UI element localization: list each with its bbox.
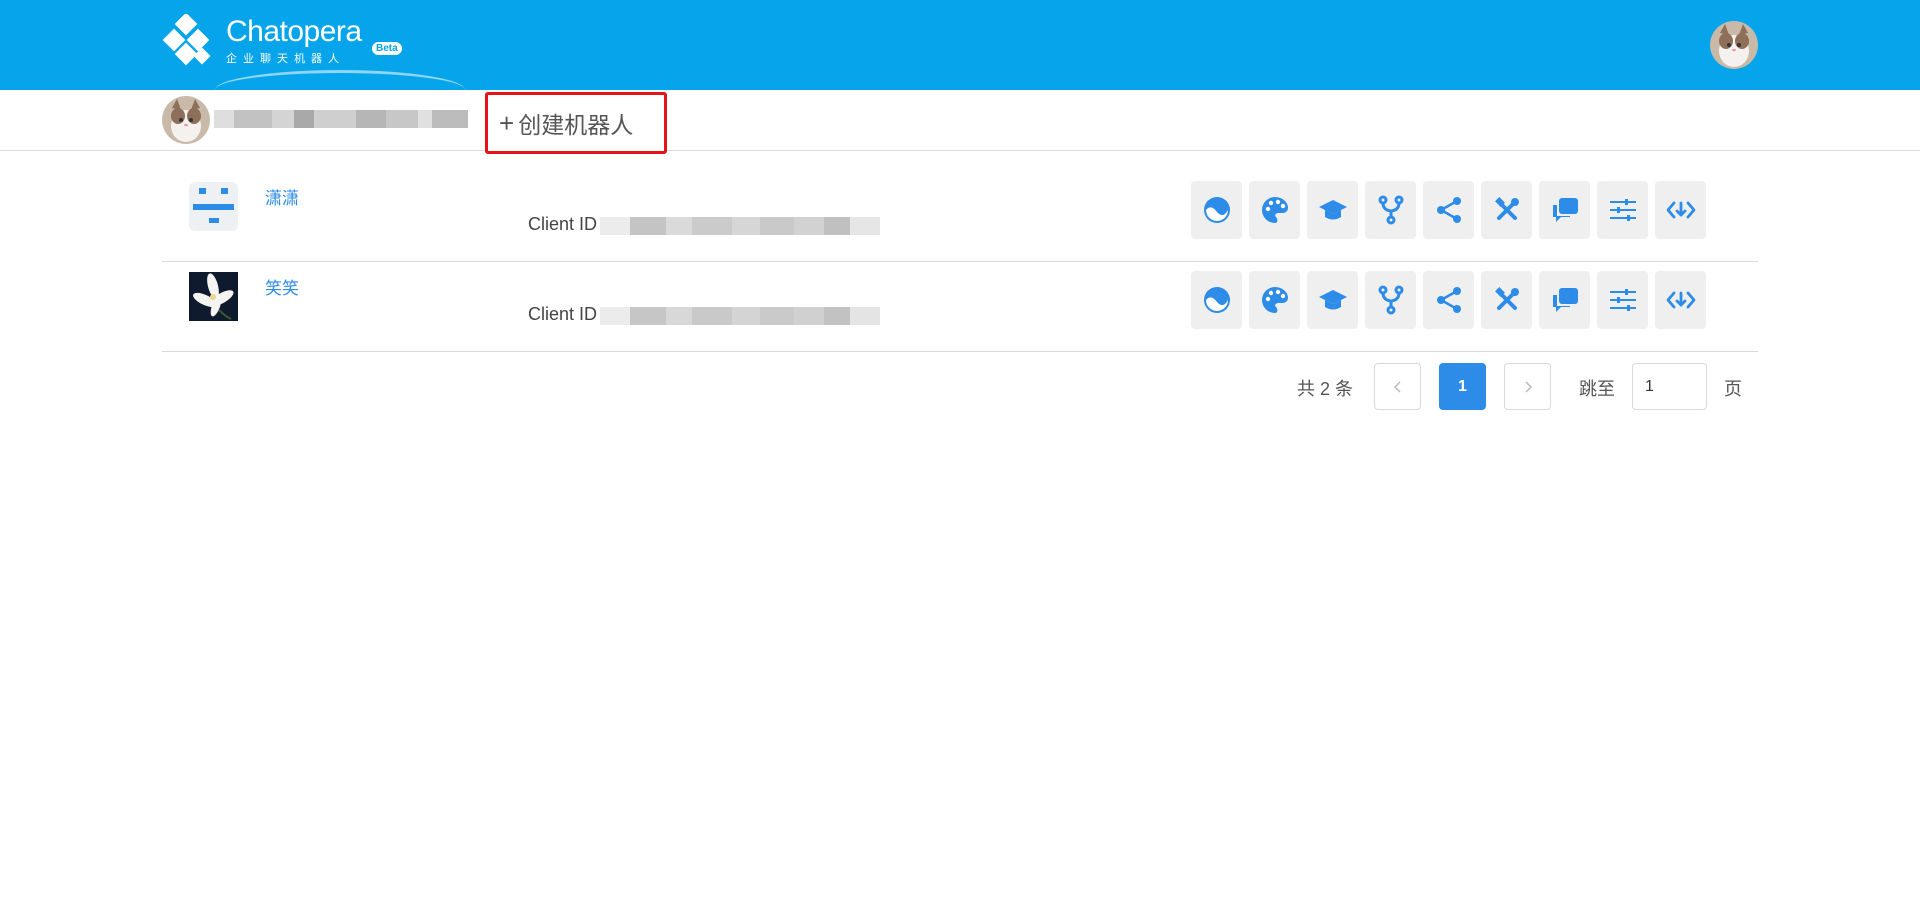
tools-button[interactable] xyxy=(1481,181,1532,239)
jump-to-label: 跳至 xyxy=(1579,379,1615,399)
code-icon xyxy=(1666,201,1695,219)
chat-bubbles-icon xyxy=(1552,198,1578,222)
fork-icon xyxy=(1378,195,1403,225)
conversations-button[interactable] xyxy=(1539,181,1590,239)
gauge-icon xyxy=(1203,287,1230,313)
branch-button[interactable] xyxy=(1365,271,1416,329)
graduation-cap-icon xyxy=(1318,200,1347,220)
share-icon xyxy=(1436,197,1461,223)
next-page-button[interactable] xyxy=(1504,363,1551,410)
bot-actions xyxy=(1191,271,1713,329)
page-number-button[interactable]: 1 xyxy=(1439,363,1486,410)
beta-badge: Beta xyxy=(372,42,402,55)
total-count: 共 2 条 xyxy=(1297,379,1354,399)
dashboard-button[interactable] xyxy=(1191,181,1242,239)
integration-button[interactable] xyxy=(1655,181,1706,239)
tools-button[interactable] xyxy=(1481,271,1532,329)
integration-button[interactable] xyxy=(1655,271,1706,329)
workspace-bar: + 创建机器人 xyxy=(0,90,1920,154)
training-button[interactable] xyxy=(1307,271,1358,329)
palette-icon xyxy=(1261,287,1288,313)
graduation-cap-icon xyxy=(1318,290,1347,310)
create-bot-button[interactable]: + 创建机器人 xyxy=(485,92,667,154)
page-suffix-label: 页 xyxy=(1724,379,1742,399)
palette-icon xyxy=(1261,197,1288,223)
bot-row: 潇潇 Client ID xyxy=(162,172,1758,262)
account-name-redacted xyxy=(214,110,468,128)
share-button[interactable] xyxy=(1423,271,1474,329)
create-bot-label: 创建机器人 xyxy=(518,112,634,138)
client-id-redacted xyxy=(600,307,880,325)
bot-name-link[interactable]: 笑笑 xyxy=(265,274,299,299)
branch-button[interactable] xyxy=(1365,181,1416,239)
bot-name-link[interactable]: 潇潇 xyxy=(265,184,299,209)
code-icon xyxy=(1666,291,1695,309)
account-avatar[interactable] xyxy=(162,96,210,144)
conversations-button[interactable] xyxy=(1539,271,1590,329)
brand-title: Chatopera xyxy=(226,15,362,48)
fork-icon xyxy=(1378,285,1403,315)
brand-subtitle: 企业聊天机器人 xyxy=(226,53,345,65)
bot-list: 潇潇 Client ID 笑笑 Client ID xyxy=(162,172,1758,352)
header-swoosh-decoration xyxy=(215,70,465,90)
client-id-redacted xyxy=(600,217,880,235)
pagination: 共 2 条 1 跳至 页 xyxy=(0,363,1920,411)
settings-button[interactable] xyxy=(1597,181,1648,239)
chat-bubbles-icon xyxy=(1552,288,1578,312)
sliders-icon xyxy=(1609,199,1636,221)
top-navbar: Chatopera 企业聊天机器人 Beta xyxy=(0,0,1920,90)
prev-page-button[interactable] xyxy=(1374,363,1421,410)
chevron-right-icon xyxy=(1524,380,1532,393)
share-button[interactable] xyxy=(1423,181,1474,239)
brand-text: Chatopera 企业聊天机器人 Beta xyxy=(226,14,402,66)
tools-icon xyxy=(1494,287,1519,310)
brand-logo[interactable]: Chatopera 企业聊天机器人 Beta xyxy=(162,14,402,72)
robot-face-avatar-icon xyxy=(189,182,238,231)
lily-flower-avatar-icon xyxy=(189,272,238,321)
chevron-left-icon xyxy=(1393,380,1401,393)
bot-actions xyxy=(1191,181,1713,239)
settings-button[interactable] xyxy=(1597,271,1648,329)
palette-button[interactable] xyxy=(1249,271,1300,329)
chatopera-logo-icon xyxy=(162,14,211,66)
sliders-icon xyxy=(1609,289,1636,311)
gauge-icon xyxy=(1203,197,1230,223)
training-button[interactable] xyxy=(1307,181,1358,239)
palette-button[interactable] xyxy=(1249,181,1300,239)
tools-icon xyxy=(1494,197,1519,220)
user-avatar[interactable] xyxy=(1710,21,1758,69)
cat-avatar-icon xyxy=(162,96,210,144)
client-id-label: Client ID xyxy=(528,304,598,324)
dashboard-button[interactable] xyxy=(1191,271,1242,329)
client-id-label: Client ID xyxy=(528,214,598,234)
jump-page-input[interactable] xyxy=(1632,363,1707,410)
share-icon xyxy=(1436,287,1461,313)
cat-avatar-icon xyxy=(1710,21,1758,69)
bot-row: 笑笑 Client ID xyxy=(162,262,1758,352)
plus-icon: + xyxy=(499,107,515,138)
